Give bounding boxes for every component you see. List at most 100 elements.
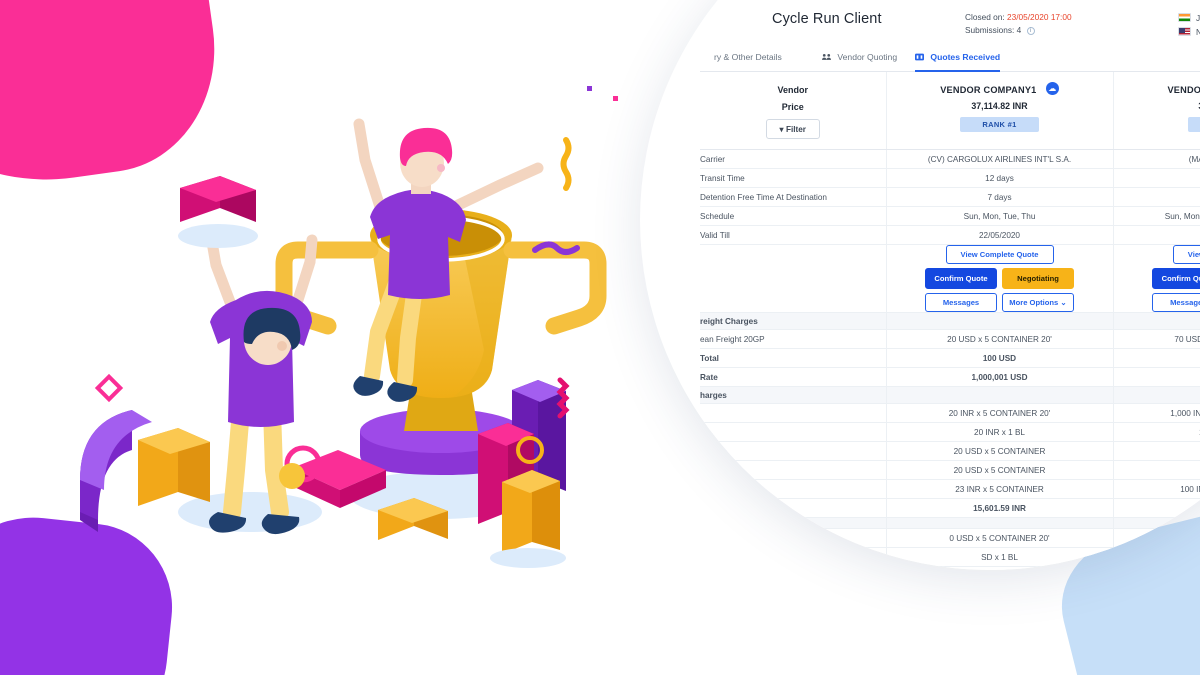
table-row-tail-2: 2 USD x 5 CONT bbox=[700, 566, 1200, 570]
vendor-2-transit-time: 50 days bbox=[1112, 168, 1200, 188]
view-complete-quote-button[interactable]: View Complete Quote bbox=[945, 245, 1054, 264]
vendor-2-schedule: Sun, Mon, Tue, Wed, Thu, Fri, Sat bbox=[1112, 206, 1200, 226]
vendor-header-label: Vendor bbox=[777, 85, 808, 95]
vendor-1-value: SD x 1 BL bbox=[885, 547, 1113, 567]
vendor-2-detention: 8 days bbox=[1112, 187, 1200, 207]
table-row-charge-3: 20 USD x 5 CONTAINER - bbox=[700, 460, 1200, 480]
info-icon[interactable]: i bbox=[1026, 27, 1035, 35]
table-row-detention: Detention Free Time At Destination 7 day… bbox=[700, 187, 1200, 207]
diamond-pink bbox=[94, 373, 124, 403]
rank-badge: RANK #2 bbox=[1187, 117, 1200, 132]
closed-on-line: Closed on: 23/05/2020 17:00 bbox=[965, 11, 1072, 24]
quotes-app-panel: Cycle Run Client Closed on: 23/05/2020 1… bbox=[640, 0, 1200, 570]
row-label: ean Freight 20GP bbox=[700, 329, 886, 349]
table-row-charge-0: 20 INR x 5 CONTAINER 20' 1,000 INR x 5 C… bbox=[700, 403, 1200, 423]
vendor-2-carrier: (MAEU) Maersk Line bbox=[1112, 149, 1200, 169]
submissions-line: Submissions: 4 i bbox=[965, 24, 1072, 37]
section-title: harges bbox=[700, 386, 886, 404]
row-label: Carrier bbox=[700, 149, 886, 169]
origin-port-row: JNPT (Nhava Sheva), I bbox=[1178, 11, 1200, 25]
vendor-1-schedule: Sun, Mon, Tue, Thu bbox=[885, 206, 1113, 226]
pink-cube-prop bbox=[178, 176, 258, 248]
row-label bbox=[700, 403, 886, 423]
vendor-2-value: 70 USD x 5 CONTAINER 20' bbox=[1112, 329, 1200, 349]
filter-button[interactable]: ▾ Filter bbox=[765, 119, 820, 139]
vendor-1-head-cell: VENDOR COMPANY1 ☁ 37,114.82 INR RANK #1 bbox=[885, 72, 1113, 150]
vendor-2-value: 1,000 INR x 5 CONTAINER 20' bbox=[1112, 403, 1200, 423]
speck-pink bbox=[613, 96, 618, 101]
usa-flag-icon bbox=[1178, 27, 1191, 36]
vendor-2-actions: View Complete Quote Confirm Quote Negoti… bbox=[1112, 244, 1200, 313]
rank-badge: RANK #1 bbox=[960, 117, 1039, 132]
vendor-2-value: 10 USD x 5 CONTAINER 20' bbox=[1112, 528, 1200, 548]
vendor-name: VENDOR COMPANY0 bbox=[1167, 85, 1200, 95]
row-label: Schedule bbox=[700, 206, 886, 226]
tab-label: Quotes Received bbox=[930, 52, 1001, 62]
row-label bbox=[700, 528, 886, 548]
zigzag-yellow bbox=[560, 137, 572, 191]
table-row-actions: View Complete Quote Confirm Quote Negoti… bbox=[700, 244, 1200, 313]
app-panel-inner: Cycle Run Client Closed on: 23/05/2020 1… bbox=[700, 0, 1200, 570]
table-row-transit-time: Transit Time 12 days 50 days bbox=[700, 168, 1200, 188]
speck-purple bbox=[587, 86, 592, 91]
vendor-1-carrier: (CV) CARGOLUX AIRLINES INT'L S.A. bbox=[885, 149, 1113, 169]
price-header-label: Price bbox=[781, 102, 804, 112]
destination-port-row: Newark, USA, USNNY bbox=[1178, 25, 1200, 39]
shoe-right bbox=[261, 514, 300, 535]
cheek bbox=[437, 164, 445, 172]
celebration-illustration bbox=[60, 50, 680, 630]
view-complete-quote-button[interactable]: View Complete Quote bbox=[1172, 245, 1200, 264]
vendor-2-value: 350 USD bbox=[1112, 348, 1200, 368]
closed-on-label: Closed on: bbox=[965, 12, 1005, 22]
yellow-cube-prop bbox=[138, 428, 210, 506]
purple-cylinder-prop bbox=[164, 507, 256, 570]
cloud-icon[interactable]: ☁ bbox=[1045, 82, 1059, 95]
messages-button[interactable]: Messages bbox=[1152, 293, 1200, 312]
section-header-charges: harges bbox=[700, 386, 1200, 404]
vendor-name: VENDOR COMPANY1 bbox=[940, 85, 1037, 95]
screenshot-root: Cycle Run Client Closed on: 23/05/2020 1… bbox=[0, 0, 1200, 675]
figure-standing bbox=[206, 234, 318, 535]
page-title: Cycle Run Client bbox=[772, 11, 882, 27]
more-options-label: More Options bbox=[1009, 298, 1059, 307]
row-label: Detention Free Time At Destination bbox=[700, 187, 886, 207]
filter-label: Filter bbox=[785, 125, 806, 134]
destination-port-label: Newark, USA, USNNY bbox=[1196, 27, 1200, 37]
filter-icon: ▾ bbox=[779, 125, 784, 134]
vendor-2-value: 100 INR x 5 CONTAINER bbox=[1112, 479, 1200, 499]
vendor-2-value: - bbox=[1112, 441, 1200, 461]
tab-quotes-received[interactable]: Quotes Received bbox=[915, 46, 1001, 72]
vendor-2-value: 5,600 INR bbox=[1112, 498, 1200, 518]
section-spacer-2 bbox=[1112, 312, 1200, 330]
tab-vendor-quoting[interactable]: Vendor Quoting bbox=[822, 46, 897, 72]
tab-summary-other-details[interactable]: ry & Other Details bbox=[714, 46, 782, 72]
row-label bbox=[700, 566, 886, 570]
row-label: Transit Time bbox=[700, 168, 886, 188]
origin-port-label: JNPT (Nhava Sheva), I bbox=[1196, 13, 1200, 23]
vendor-1-value: 0 USD x 5 CONTAINER 20' bbox=[885, 528, 1113, 548]
ports-block: JNPT (Nhava Sheva), I Newark, USA, USNNY bbox=[1178, 11, 1200, 39]
messages-button[interactable]: Messages bbox=[925, 293, 997, 312]
india-flag-icon bbox=[1178, 13, 1191, 22]
vendor-2-value: 5 USD x 1 BL bbox=[1112, 547, 1200, 567]
confirm-quote-button[interactable]: Confirm Quote bbox=[925, 268, 997, 289]
spacer-cell-2 bbox=[1112, 517, 1200, 529]
vendor-2-head-cell: VENDOR COMPANY0 ☁ 37,485.68 INR RANK #2 bbox=[1112, 72, 1200, 150]
tab-label: ry & Other Details bbox=[714, 52, 782, 62]
table-row-freight-total: Total 100 USD 350 USD bbox=[700, 348, 1200, 368]
vendor-2-value: 10,000 USD bbox=[1112, 367, 1200, 387]
confirm-quote-button[interactable]: Confirm Quote bbox=[1152, 268, 1200, 289]
table-row-schedule: Schedule Sun, Mon, Tue, Thu Sun, Mon, Tu… bbox=[700, 206, 1200, 226]
section-header-freight-charges: reight Charges bbox=[700, 312, 1200, 330]
actions-empty-cell bbox=[700, 244, 886, 313]
vendor-1-value: 20 USD x 5 CONTAINER bbox=[885, 441, 1113, 461]
more-options-button[interactable]: More Options ⌄ bbox=[1002, 293, 1074, 312]
spacer-cell-1 bbox=[885, 517, 1113, 529]
row-label bbox=[700, 547, 886, 567]
vendor-1-value: 20 USD x 5 CONTAINER bbox=[885, 460, 1113, 480]
vendor-1-valid-till: 22/05/2020 bbox=[885, 225, 1113, 245]
negotiating-button[interactable]: Negotiating bbox=[1002, 268, 1074, 289]
vendor-price: 37,485.68 INR bbox=[1114, 101, 1200, 111]
panel-header: Cycle Run Client Closed on: 23/05/2020 1… bbox=[700, 0, 1200, 46]
row-label: Valid Till bbox=[700, 225, 886, 245]
